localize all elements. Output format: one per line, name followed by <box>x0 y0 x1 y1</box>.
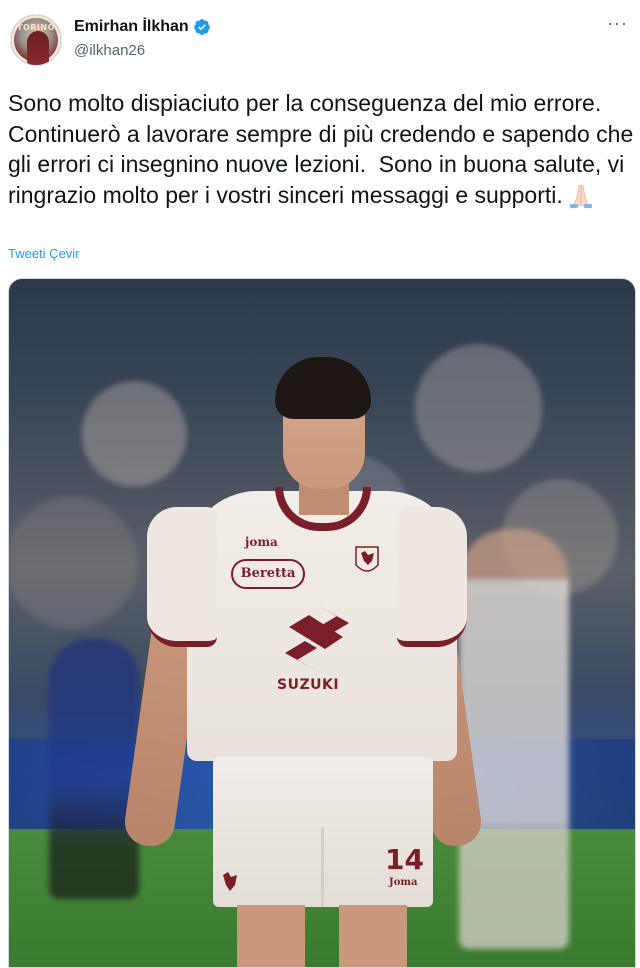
jersey-brand-logo: joma <box>245 535 278 549</box>
shorts-seam <box>321 827 324 907</box>
suzuki-s-logo-icon <box>285 605 349 671</box>
main-player: joma Beretta SUZUKI 14 Joma <box>121 357 485 967</box>
folded-hands-icon <box>569 184 592 209</box>
background-player-left <box>49 639 139 899</box>
avatar-badge-text: TORINO <box>17 23 55 32</box>
tweet-text: Sono molto dispiaciuto per la conseguenz… <box>8 88 636 210</box>
shorts-bull-crest-icon <box>223 872 237 891</box>
translate-tweet-link[interactable]: Tweeti Çevir <box>8 246 80 261</box>
player-hair <box>275 357 371 419</box>
more-options-icon[interactable]: ··· <box>607 14 628 32</box>
player-sleeve-left <box>147 507 217 647</box>
torino-bull-crest-icon <box>355 546 379 572</box>
beretta-sponsor-logo: Beretta <box>231 559 305 589</box>
player-legs <box>237 905 407 967</box>
tweet-photo[interactable]: joma Beretta SUZUKI 14 Joma <box>8 278 636 968</box>
avatar-body <box>27 31 49 65</box>
shorts-brand-logo: Joma <box>389 877 418 888</box>
tweet-text-body: Sono molto dispiaciuto per la conseguenz… <box>8 90 640 208</box>
player-sleeve-right <box>397 507 467 647</box>
avatar[interactable]: TORINO <box>10 14 62 66</box>
name-row: Emirhan İlkhan <box>74 18 211 36</box>
handle[interactable]: @ilkhan26 <box>74 42 145 59</box>
verified-badge-icon <box>193 19 210 35</box>
tweet-header: TORINO Emirhan İlkhan @ilkhan26 ··· <box>8 12 632 72</box>
display-name[interactable]: Emirhan İlkhan <box>74 18 189 36</box>
suzuki-sponsor-text: SUZUKI <box>277 677 340 693</box>
shorts-number: 14 <box>385 843 424 876</box>
